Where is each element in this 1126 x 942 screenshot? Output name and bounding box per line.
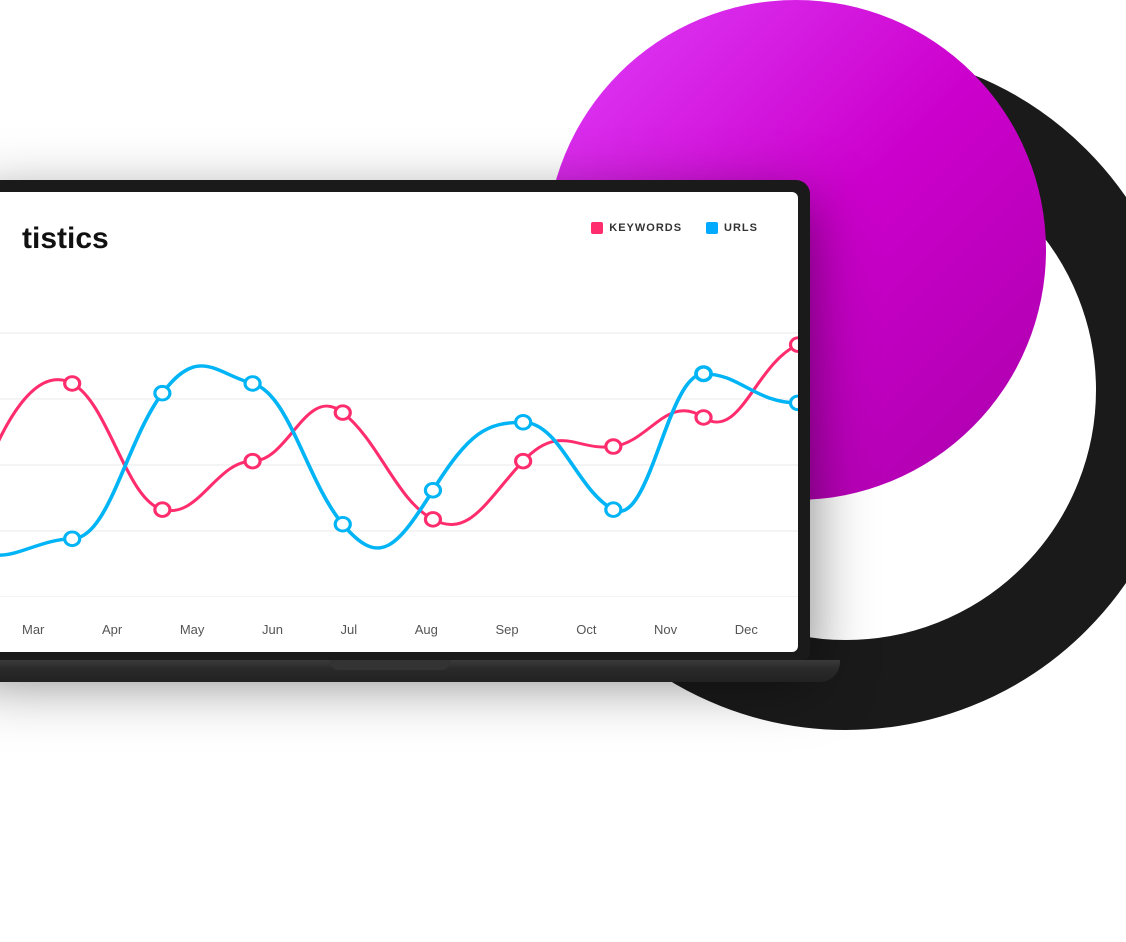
x-label-apr: Apr — [102, 622, 122, 637]
laptop-screen-outer: tistics KEYWORDS URLS — [0, 180, 810, 660]
x-label-mar: Mar — [22, 622, 44, 637]
legend-keywords: KEYWORDS — [591, 222, 682, 234]
x-label-dec: Dec — [735, 622, 758, 637]
x-label-oct: Oct — [576, 622, 596, 637]
x-axis-labels: Mar Apr May Jun Jul Aug Sep Oct Nov Dec — [22, 622, 758, 637]
keywords-legend-label: KEYWORDS — [609, 222, 682, 234]
laptop-screen-inner: tistics KEYWORDS URLS — [0, 192, 798, 652]
legend-urls: URLS — [706, 222, 758, 234]
x-label-may: May — [180, 622, 205, 637]
x-label-aug: Aug — [415, 622, 438, 637]
x-label-sep: Sep — [495, 622, 518, 637]
chart-legend: KEYWORDS URLS — [591, 222, 758, 234]
x-label-jul: Jul — [341, 622, 358, 637]
laptop-mockup: tistics KEYWORDS URLS — [0, 180, 830, 682]
urls-legend-label: URLS — [724, 222, 758, 234]
chart-container: tistics KEYWORDS URLS — [0, 192, 798, 652]
x-label-nov: Nov — [654, 622, 677, 637]
laptop-base — [0, 660, 840, 682]
x-label-jun: Jun — [262, 622, 283, 637]
urls-legend-icon — [706, 222, 718, 234]
keywords-legend-icon — [591, 222, 603, 234]
line-chart-svg — [0, 267, 798, 597]
